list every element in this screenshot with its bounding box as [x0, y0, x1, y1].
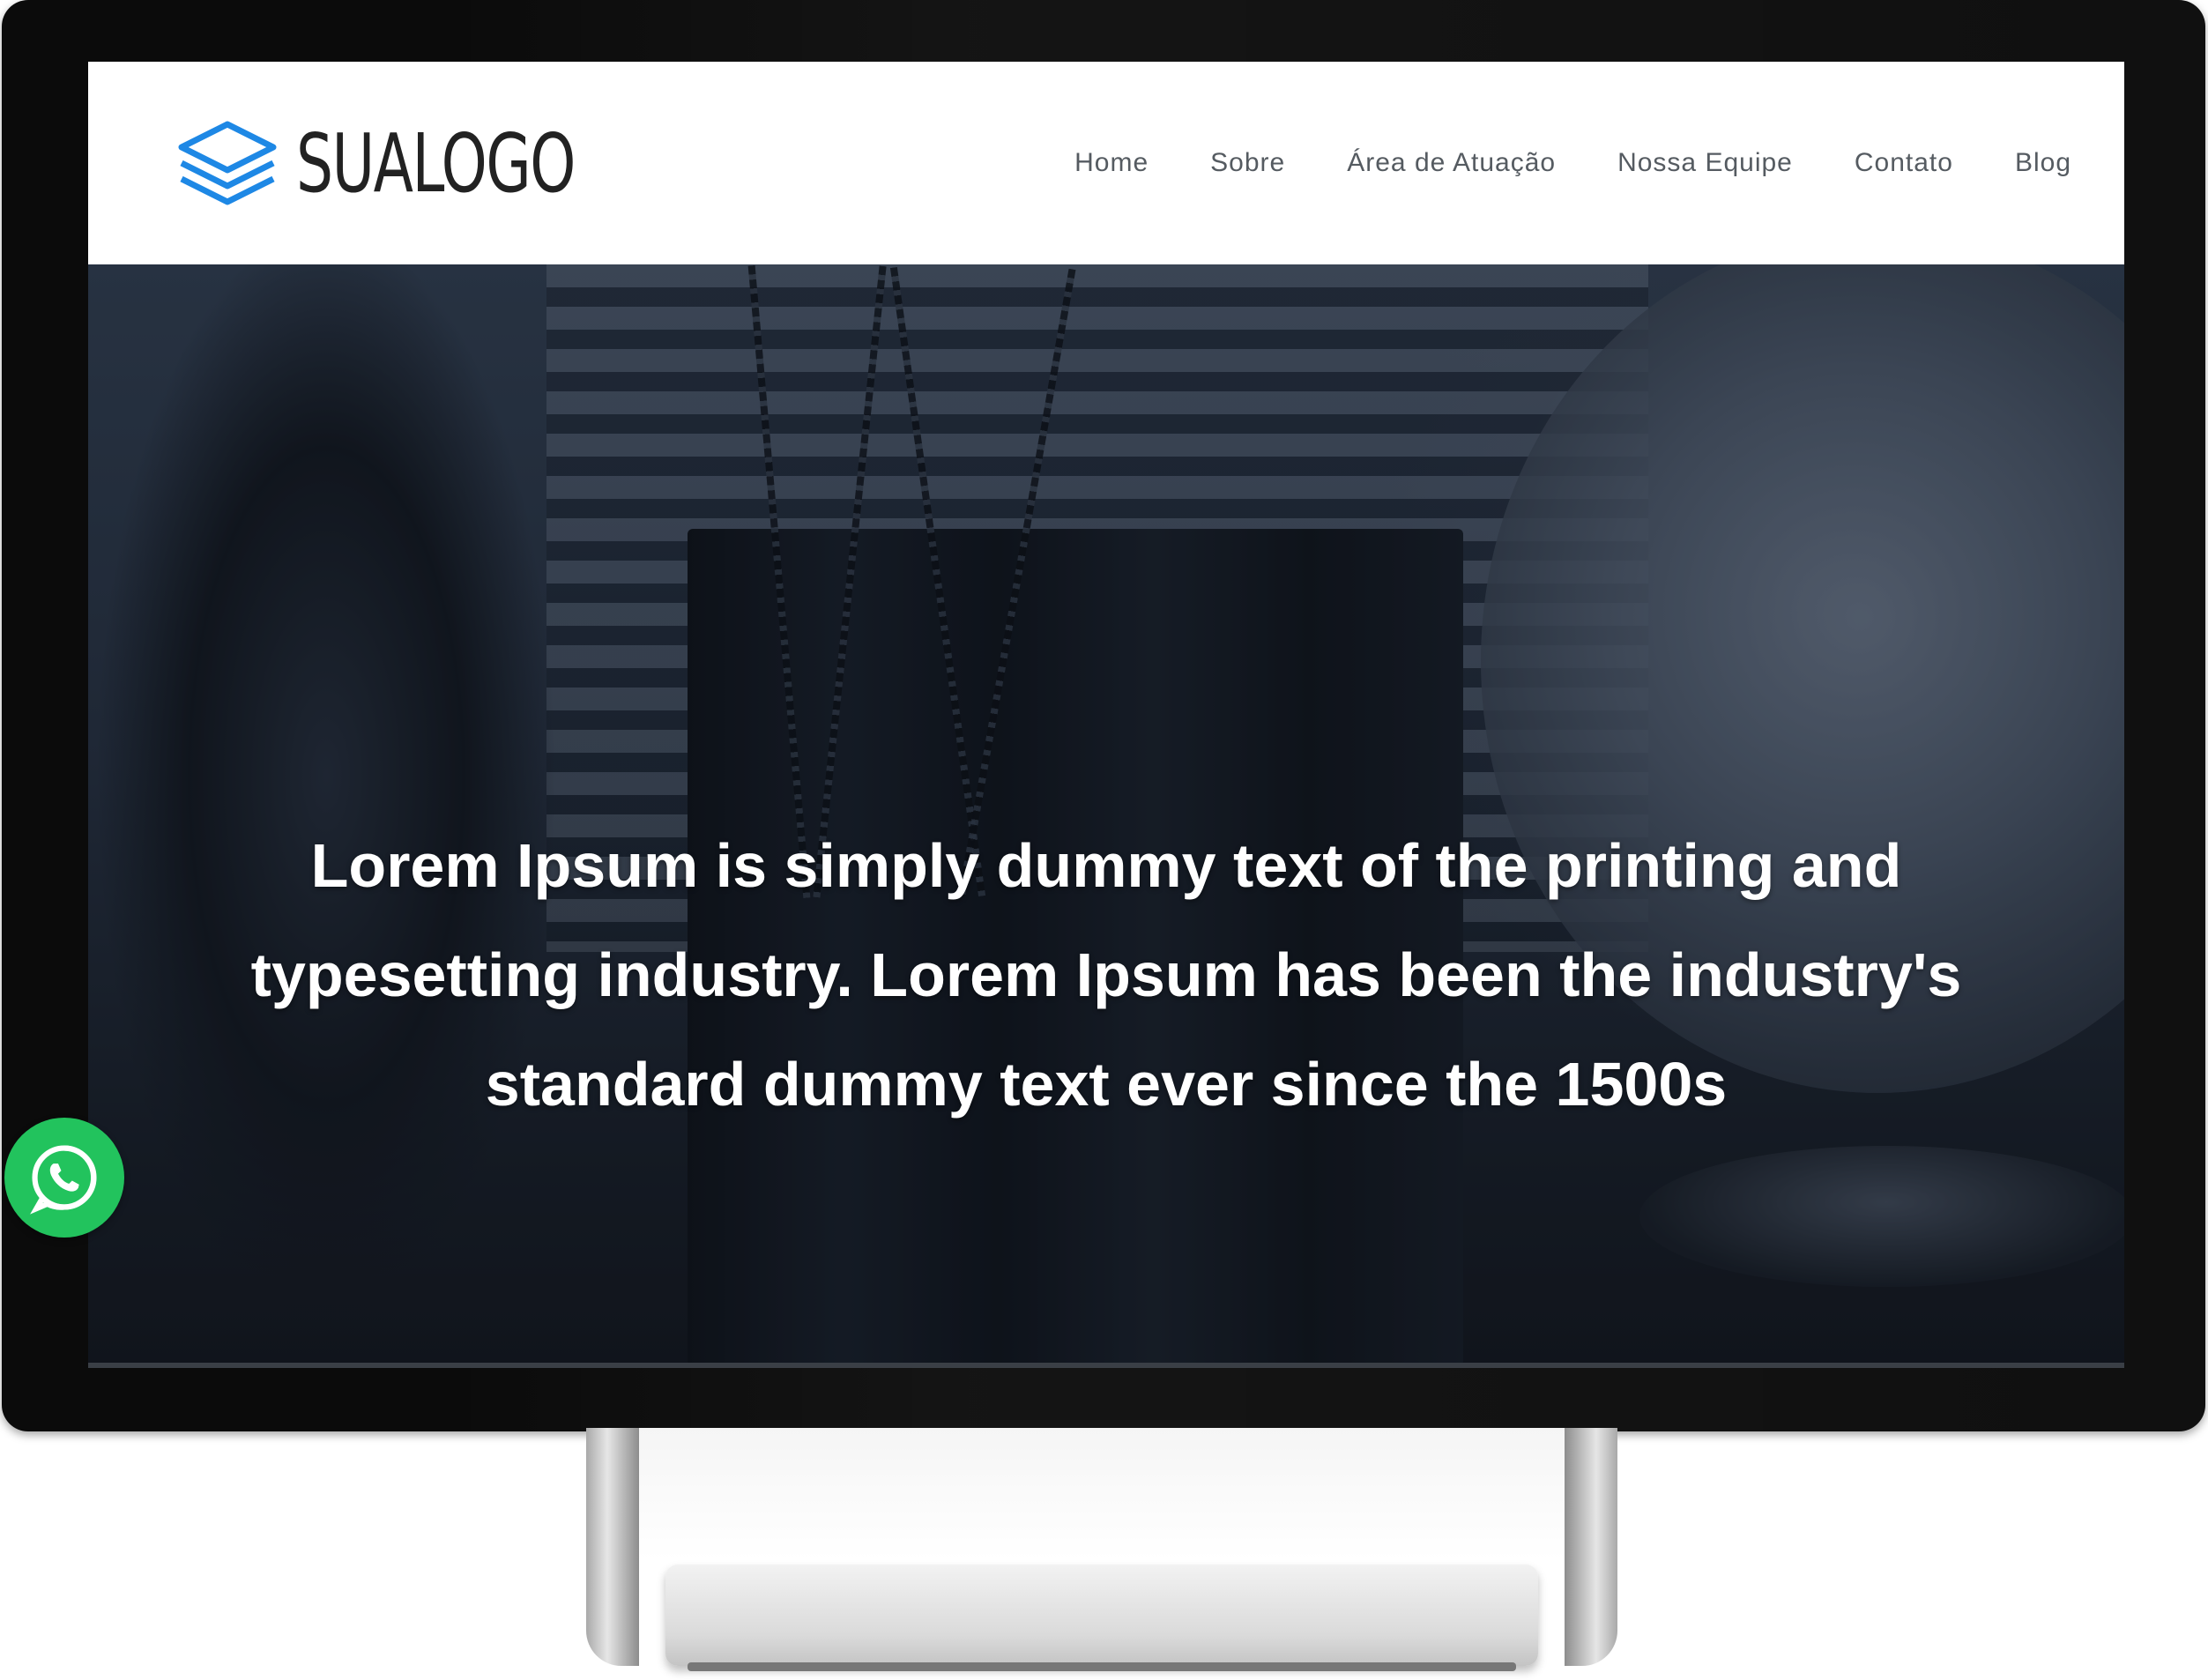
monitor-stand-arm-left	[586, 1428, 639, 1666]
whatsapp-button[interactable]	[4, 1118, 124, 1238]
main-nav: Home Sobre Área de Atuação Nossa Equipe …	[1013, 148, 2071, 178]
hero-headline: Lorem Ipsum is simply dummy text of the …	[88, 811, 2124, 1139]
nav-item-nossa-equipe[interactable]: Nossa Equipe	[1617, 148, 1793, 178]
hero-headline-line: Lorem Ipsum is simply dummy text of the …	[310, 831, 1902, 900]
nav-item-sobre[interactable]: Sobre	[1210, 148, 1285, 178]
desktop-mockup: SUALOGO Home Sobre Área de Atuação Nossa…	[0, 0, 2208, 1680]
site-logo[interactable]: SUALOGO	[176, 116, 683, 211]
whatsapp-icon	[30, 1145, 97, 1215]
hero-headline-line: typesetting industry. Lorem Ipsum has be…	[250, 940, 1962, 1009]
hero-banner: Lorem Ipsum is simply dummy text of the …	[88, 264, 2124, 1368]
layers-stack-icon	[178, 121, 277, 205]
monitor-stand-base	[665, 1565, 1538, 1666]
monitor-screen: SUALOGO Home Sobre Área de Atuação Nossa…	[88, 62, 2124, 1368]
site-header: SUALOGO Home Sobre Área de Atuação Nossa…	[88, 62, 2124, 264]
logo-text: SUALOGO	[296, 115, 576, 211]
monitor-stand-arm-right	[1565, 1428, 1617, 1666]
nav-item-contato[interactable]: Contato	[1855, 148, 1953, 178]
hero-headline-line: standard dummy text ever since the 1500s	[485, 1050, 1728, 1119]
nav-item-home[interactable]: Home	[1074, 148, 1149, 178]
monitor-stand-inner	[639, 1428, 1565, 1560]
screen-bottom-edge	[88, 1363, 2124, 1368]
nav-item-area-de-atuacao[interactable]: Área de Atuação	[1347, 148, 1556, 178]
monitor-stand-foot	[688, 1662, 1516, 1671]
nav-item-blog[interactable]: Blog	[2015, 148, 2071, 178]
